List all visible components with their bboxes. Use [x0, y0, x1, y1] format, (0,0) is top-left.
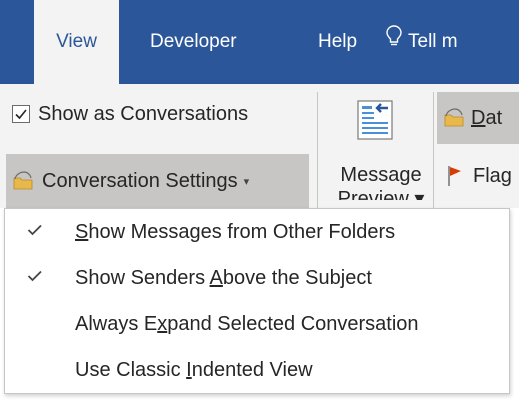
- folder-icon: [12, 171, 34, 191]
- menu-item-label: Show Senders Above the Subject: [75, 266, 372, 289]
- chevron-down-icon: ▾: [243, 175, 250, 188]
- date-arrange-button[interactable]: Dat: [437, 92, 519, 144]
- message-preview-button[interactable]: Message Preview ▾: [330, 92, 428, 208]
- tell-me-label: Tell m: [408, 31, 458, 53]
- menu-item-label: Always Expand Selected Conversation: [75, 312, 419, 335]
- flag-arrange-button[interactable]: Flag: [437, 150, 519, 202]
- show-as-conversations-label: Show as Conversations: [38, 102, 249, 125]
- conversation-settings-menu: Show Messages from Other Folders Show Se…: [4, 208, 510, 394]
- group-divider: [433, 92, 434, 208]
- conversation-settings-label: Conversation Settings: [42, 169, 238, 192]
- checkbox-box[interactable]: [12, 105, 30, 123]
- tell-me-search[interactable]: Tell m: [386, 0, 458, 84]
- folder-icon: [443, 108, 465, 128]
- conversation-settings-button[interactable]: Conversation Settings ▾: [6, 154, 309, 208]
- message-preview-icon: [354, 98, 398, 147]
- menu-item-show-senders-above-subject[interactable]: Show Senders Above the Subject: [5, 255, 509, 301]
- message-preview-label-2: Preview ▾: [337, 188, 425, 200]
- message-preview-label: Message: [340, 164, 422, 186]
- checkmark-icon: [15, 109, 27, 120]
- tab-help[interactable]: Help: [318, 0, 357, 84]
- tab-developer[interactable]: Developer: [150, 0, 237, 84]
- group-divider: [317, 92, 318, 208]
- tab-view[interactable]: View: [34, 0, 119, 84]
- menu-item-show-messages-from-other-folders[interactable]: Show Messages from Other Folders: [5, 209, 509, 255]
- date-label: Dat: [471, 106, 503, 129]
- menu-item-label: Show Messages from Other Folders: [75, 220, 396, 243]
- checkmark-icon: [27, 270, 42, 282]
- flag-icon: [447, 165, 463, 187]
- lightbulb-icon: [386, 0, 402, 84]
- menu-item-label: Use Classic Indented View: [75, 358, 313, 381]
- checkmark-icon: [27, 224, 42, 236]
- flag-label: Flag: [473, 164, 512, 187]
- menu-item-always-expand-selected-conversation[interactable]: Always Expand Selected Conversation: [5, 301, 509, 347]
- show-as-conversations-checkbox[interactable]: Show as Conversations: [12, 99, 248, 129]
- ribbon-tab-bar: View Developer Help Tell m: [0, 0, 519, 84]
- menu-item-use-classic-indented-view[interactable]: Use Classic Indented View: [5, 347, 509, 393]
